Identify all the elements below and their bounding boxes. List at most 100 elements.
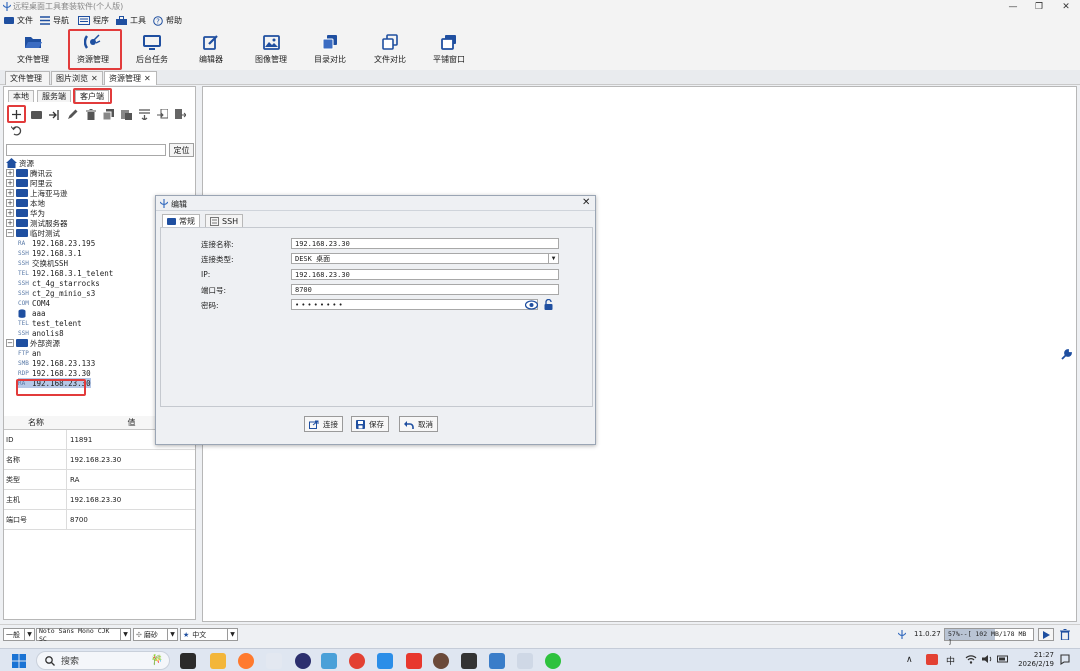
wechat-icon[interactable] <box>545 653 561 669</box>
toolbar-dir-compare-button[interactable]: 目录对比 <box>305 30 355 68</box>
mode-select[interactable]: 一般 ▼ <box>3 628 35 641</box>
expand-icon[interactable]: + <box>6 179 14 187</box>
tree-item[interactable]: COM COM4 <box>18 298 50 308</box>
tab-file-manager[interactable]: 文件管理 <box>5 71 50 85</box>
close-tab-icon[interactable]: ✕ <box>91 74 98 83</box>
collapse-icon[interactable]: − <box>6 339 14 347</box>
tree-item[interactable]: SSH ct_2g_minio_s3 <box>18 288 95 298</box>
tree-folder[interactable]: + 上海亚马逊 <box>6 188 68 198</box>
menu-navigate[interactable]: 导航 <box>40 14 69 27</box>
tree-folder[interactable]: + 本地 <box>6 198 45 208</box>
password-input[interactable]: •••••••• <box>291 299 538 310</box>
windows-start-icon[interactable] <box>12 654 26 668</box>
toolbar-background-tasks-button[interactable]: 后台任务 <box>127 30 177 68</box>
unlock-icon[interactable] <box>544 299 553 310</box>
tree-folder[interactable]: + 华为 <box>6 208 45 218</box>
tab-image-browser[interactable]: 图片浏览 ✕ <box>51 71 103 85</box>
app-icon[interactable] <box>321 653 337 669</box>
move-icon[interactable] <box>138 108 151 121</box>
ip-input[interactable]: 192.168.23.30 <box>291 269 559 280</box>
side-tab-local[interactable]: 本地 <box>8 90 34 102</box>
paste-icon[interactable] <box>120 108 133 121</box>
toolbar-image-manager-button[interactable]: 图像管理 <box>246 30 296 68</box>
task-view-icon[interactable] <box>180 653 196 669</box>
save-button[interactable]: 保存 <box>351 416 389 432</box>
side-tab-server[interactable]: 服务端 <box>37 90 71 102</box>
notification-icon[interactable] <box>1060 654 1070 665</box>
menu-file[interactable]: 文件 <box>4 14 33 27</box>
batch-icon[interactable] <box>174 108 187 121</box>
tree-folder[interactable]: − 临时测试 <box>6 228 60 238</box>
expand-icon[interactable]: + <box>6 169 14 177</box>
eye-icon[interactable] <box>525 300 538 310</box>
delete-icon[interactable] <box>84 108 97 121</box>
tree-search-input[interactable] <box>6 144 166 156</box>
battery-icon[interactable] <box>997 654 1009 664</box>
language-select[interactable]: ★ 中文 ▼ <box>180 628 238 641</box>
tree-item[interactable]: TEL 192.168.3.1_telent <box>18 268 113 278</box>
font-select[interactable]: Noto Sans Mono CJK SC ▼ <box>36 627 131 643</box>
play-icon[interactable] <box>1038 628 1054 641</box>
chrome-icon[interactable] <box>349 653 365 669</box>
duplicate-icon[interactable] <box>102 108 115 121</box>
locate-button[interactable]: 定位 <box>169 143 194 157</box>
expand-icon[interactable]: + <box>6 209 14 217</box>
tree-item[interactable]: TEL test_telent <box>18 318 82 328</box>
expand-icon[interactable]: + <box>6 189 14 197</box>
connect-button[interactable]: 连接 <box>304 416 343 432</box>
dialog-tab-general[interactable]: 常规 <box>162 214 200 227</box>
tree-item[interactable]: SSH anolis8 <box>18 328 64 338</box>
chevron-down-icon[interactable]: ▼ <box>548 254 558 263</box>
menu-program[interactable]: 程序 <box>78 14 109 27</box>
app-icon[interactable] <box>377 653 393 669</box>
eclipse-icon[interactable] <box>295 653 311 669</box>
import-icon[interactable] <box>48 108 61 121</box>
tree-root[interactable]: 资源 <box>6 158 34 168</box>
app-icon[interactable] <box>489 653 505 669</box>
tree-item[interactable]: SMB 192.168.23.133 <box>18 358 95 368</box>
tree-folder[interactable]: + 腾讯云 <box>6 168 53 178</box>
menu-tools[interactable]: 工具 <box>116 14 146 27</box>
port-input[interactable]: 8700 <box>291 284 559 295</box>
toolbar-editor-button[interactable]: 编辑器 <box>186 30 236 68</box>
new-folder-icon[interactable] <box>30 108 43 121</box>
volume-icon[interactable] <box>982 654 994 664</box>
memory-bar[interactable]: 57%--[ 102 MB/178 MB ] <box>944 628 1034 646</box>
tree-item[interactable]: RA 192.168.23.195 <box>18 238 95 248</box>
connection-name-input[interactable]: 192.168.23.30 <box>291 238 559 249</box>
tree-item[interactable]: SSH 交换机SSH <box>18 258 68 268</box>
tree-item[interactable]: RDP 192.168.23.30 <box>18 368 91 378</box>
app-logo-icon[interactable] <box>266 653 282 669</box>
tree-item[interactable]: aaa <box>18 308 46 318</box>
tab-resource-manager[interactable]: 资源管理 ✕ <box>104 71 157 85</box>
restore-button[interactable]: ❐ <box>1026 0 1052 13</box>
toolbar-file-compare-button[interactable]: 文件对比 <box>365 30 415 68</box>
export-icon[interactable] <box>156 108 169 121</box>
edit-pencil-icon[interactable] <box>66 108 79 121</box>
firefox-icon[interactable] <box>238 653 254 669</box>
expand-icon[interactable]: + <box>6 199 14 207</box>
file-explorer-icon[interactable] <box>210 653 226 669</box>
tray-app-icon[interactable] <box>926 654 938 665</box>
tree-folder[interactable]: + 测试服务器 <box>6 218 68 228</box>
collapse-icon[interactable]: − <box>6 229 14 237</box>
terminal-icon[interactable] <box>461 653 477 669</box>
trash-icon[interactable] <box>1060 629 1070 640</box>
toolbar-tile-windows-button[interactable]: 平铺窗口 <box>424 30 474 68</box>
app-icon[interactable] <box>433 653 449 669</box>
close-tab-icon[interactable]: ✕ <box>144 74 151 83</box>
wrench-icon[interactable] <box>1061 349 1072 360</box>
cancel-button[interactable]: 取消 <box>399 416 438 432</box>
taskbar-search-box[interactable]: 搜索 🎋 <box>36 651 170 670</box>
tree-folder[interactable]: − 外部资源 <box>6 338 60 348</box>
close-window-button[interactable]: ✕ <box>1053 0 1079 13</box>
expand-icon[interactable]: + <box>6 219 14 227</box>
style-select[interactable]: ✣ 磨砂 ▼ <box>133 628 178 641</box>
toolbar-file-manager-button[interactable]: 文件管理 <box>8 30 58 68</box>
dialog-tab-ssh[interactable]: SSH <box>205 214 244 227</box>
ime-indicator[interactable]: 中 <box>946 654 955 667</box>
menu-help[interactable]: ? 帮助 <box>153 14 182 27</box>
close-icon[interactable]: ✕ <box>582 197 590 208</box>
undo-icon[interactable] <box>10 124 23 137</box>
connection-type-select[interactable]: DESK 桌面 ▼ <box>291 253 559 264</box>
